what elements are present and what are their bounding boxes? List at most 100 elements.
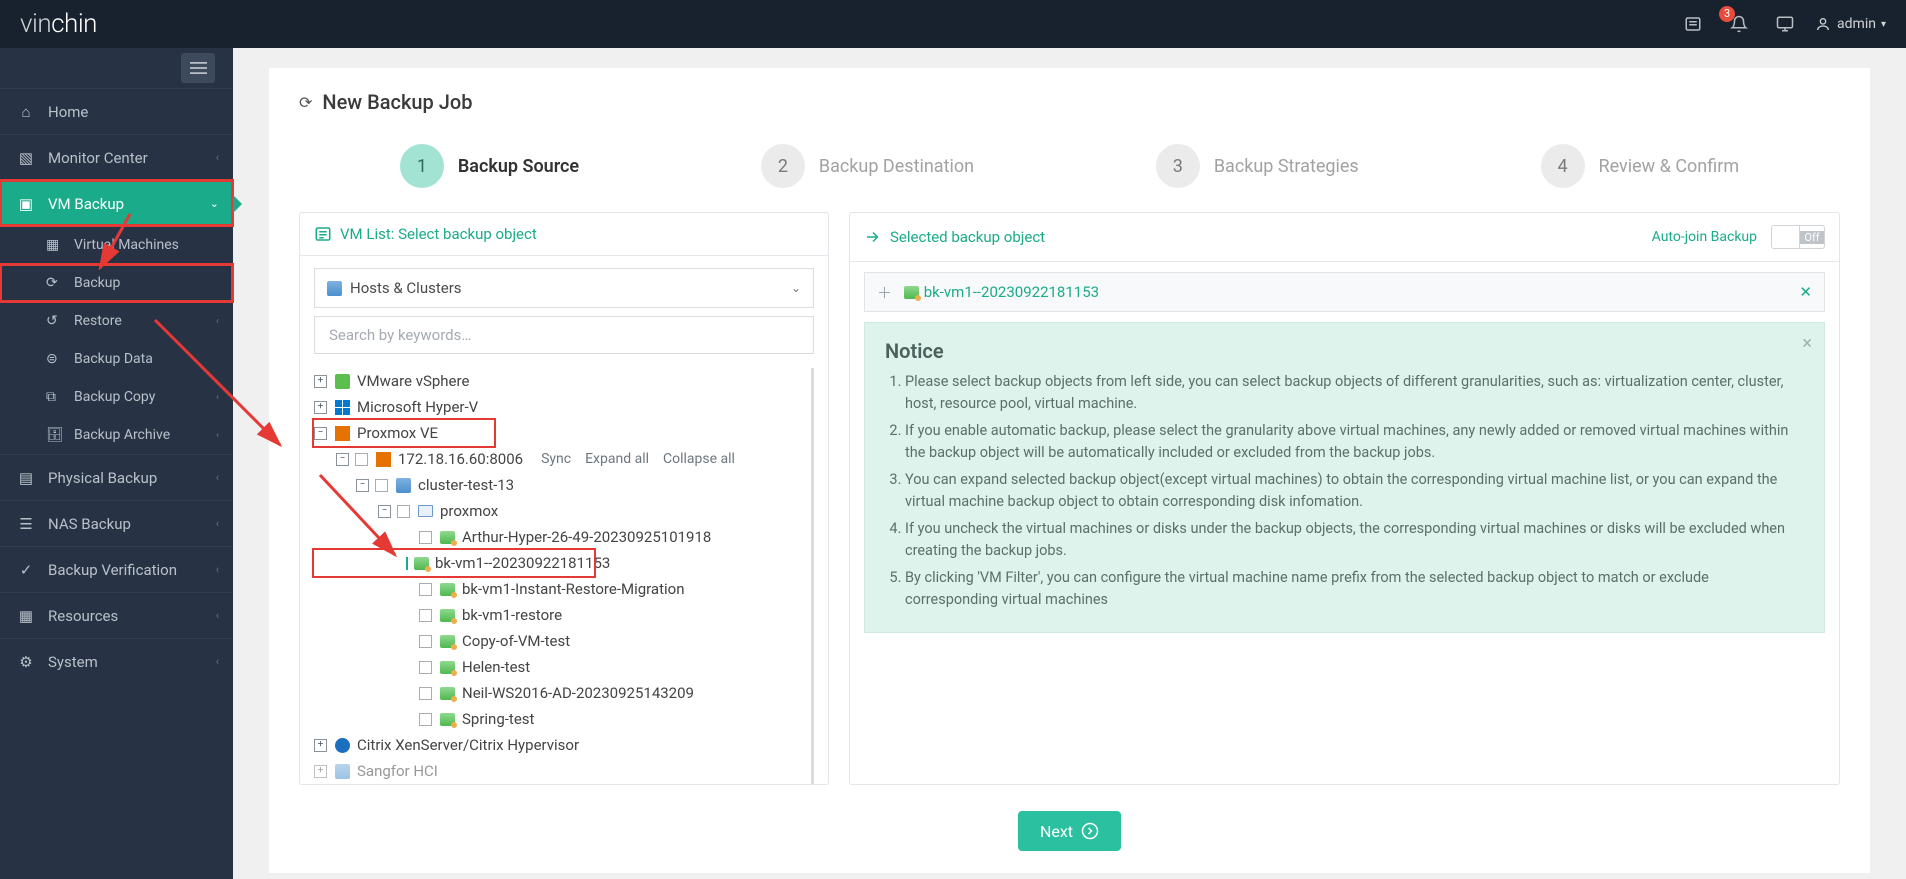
notice-item: If you enable automatic backup, please s…: [905, 420, 1804, 465]
tree-vm[interactable]: bk-vm1-restore: [314, 602, 805, 628]
sync-action[interactable]: Sync: [541, 451, 571, 467]
tree-vm-selected[interactable]: bk-vm1--20230922181153: [314, 550, 594, 576]
nav-label: Virtual Machines: [74, 237, 179, 253]
expand-icon[interactable]: ＋: [877, 282, 892, 303]
collapse-icon[interactable]: −: [378, 505, 391, 518]
nav-system[interactable]: ⚙System‹: [0, 638, 233, 684]
subnav-backup-copy[interactable]: ⧉Backup Copy‹: [0, 378, 233, 416]
collapse-all-action[interactable]: Collapse all: [663, 451, 735, 467]
notice-item: If you uncheck the virtual machines or d…: [905, 518, 1804, 563]
collapse-icon[interactable]: −: [356, 479, 369, 492]
nav-physical-backup[interactable]: ▤ Physical Backup ‹: [0, 454, 233, 500]
tree-node-xen[interactable]: +Citrix XenServer/Citrix Hypervisor: [314, 732, 805, 758]
nav-label: NAS Backup: [48, 515, 131, 533]
chevron-down-icon: ▾: [1881, 19, 1886, 30]
chevron-left-icon: ‹: [216, 609, 219, 622]
scope-selector[interactable]: Hosts & Clusters ⌄: [314, 268, 814, 308]
search-input[interactable]: [329, 326, 799, 344]
tree-node-sangfor[interactable]: +Sangfor HCI: [314, 758, 805, 784]
selected-vm-row[interactable]: ＋ bk-vm1--20230922181153 ✕: [864, 272, 1825, 312]
expand-icon[interactable]: +: [314, 739, 327, 752]
step-2[interactable]: 2Backup Destination: [761, 144, 974, 188]
autojoin-toggle[interactable]: Off: [1771, 225, 1825, 249]
checkbox[interactable]: [419, 635, 432, 648]
chevron-left-icon: ‹: [216, 430, 219, 441]
tree-vm[interactable]: Spring-test: [314, 706, 805, 732]
main-content: ⟳ New Backup Job 1Backup Source 2Backup …: [233, 48, 1906, 879]
step-3[interactable]: 3Backup Strategies: [1156, 144, 1359, 188]
refresh-icon: ⟳: [299, 93, 312, 112]
arrow-right-circle-icon: [1081, 822, 1099, 840]
nav-nas-backup[interactable]: ☰NAS Backup‹: [0, 500, 233, 546]
top-list-icon[interactable]: [1681, 12, 1705, 36]
sidebar-toggle[interactable]: [0, 48, 233, 88]
undo-icon: ↺: [46, 313, 64, 329]
search-box[interactable]: [314, 316, 814, 354]
nav-label: Backup Verification: [48, 561, 177, 579]
tree-node-vmware[interactable]: +VMware vSphere: [314, 368, 805, 394]
step-4[interactable]: 4Review & Confirm: [1541, 144, 1740, 188]
chevron-down-icon: ⌄: [791, 281, 801, 295]
checkbox[interactable]: [375, 479, 388, 492]
user-name: admin: [1837, 16, 1876, 32]
sidebar: ⌂Home ▧Monitor Center‹ ▣VM Backup⌄ ▦Virt…: [0, 48, 233, 879]
close-icon[interactable]: ×: [1802, 333, 1812, 354]
checkbox[interactable]: [397, 505, 410, 518]
checkbox[interactable]: [406, 557, 408, 570]
tree-vm[interactable]: bk-vm1-Instant-Restore-Migration: [314, 576, 805, 602]
tree-node-hyperv[interactable]: +Microsoft Hyper-V: [314, 394, 805, 420]
collapse-icon[interactable]: −: [314, 427, 327, 440]
checkbox[interactable]: [419, 531, 432, 544]
nav-monitor[interactable]: ▧Monitor Center‹: [0, 134, 233, 180]
expand-icon[interactable]: +: [314, 375, 327, 388]
vm-icon: ▣: [16, 195, 36, 213]
chevron-left-icon: ‹: [216, 517, 219, 530]
vm-icon: [902, 283, 920, 301]
page-title: New Backup Job: [322, 90, 472, 114]
subnav-restore[interactable]: ↺Restore‹: [0, 302, 233, 340]
remove-icon[interactable]: ✕: [1799, 283, 1812, 301]
expand-icon[interactable]: +: [314, 401, 327, 414]
tree-vm[interactable]: Neil-WS2016-AD-20230925143209: [314, 680, 805, 706]
checkbox[interactable]: [419, 713, 432, 726]
nav-vm-backup[interactable]: ▣VM Backup⌄: [0, 180, 233, 226]
next-label: Next: [1040, 822, 1073, 841]
nav-resources[interactable]: ▦Resources‹: [0, 592, 233, 638]
expand-all-action[interactable]: Expand all: [585, 451, 649, 467]
subnav-backup-data[interactable]: ⊜Backup Data: [0, 340, 233, 378]
tree-node-proxmox-node[interactable]: −proxmox: [314, 498, 805, 524]
checkbox[interactable]: [419, 583, 432, 596]
server-icon: ▤: [16, 469, 36, 487]
checkbox[interactable]: [419, 609, 432, 622]
subnav-virtual-machines[interactable]: ▦Virtual Machines: [0, 226, 233, 264]
expand-icon[interactable]: +: [314, 765, 327, 778]
next-button[interactable]: Next: [1018, 811, 1121, 851]
tree-vm[interactable]: Copy-of-VM-test: [314, 628, 805, 654]
notification-bell-icon[interactable]: 3: [1727, 12, 1751, 36]
monitor-icon[interactable]: [1773, 12, 1797, 36]
grid-icon: ▦: [16, 607, 36, 625]
chevron-left-icon: ‹: [216, 471, 219, 484]
subnav-backup[interactable]: ⟳Backup: [0, 264, 233, 302]
tree-node-cluster[interactable]: −cluster-test-13: [314, 472, 805, 498]
checkbox[interactable]: [419, 661, 432, 674]
tree-vm[interactable]: Helen-test: [314, 654, 805, 680]
nav-home[interactable]: ⌂Home: [0, 88, 233, 134]
scope-value: Hosts & Clusters: [350, 279, 462, 297]
verify-icon: ✓: [16, 561, 36, 579]
tree-node-proxmox[interactable]: −Proxmox VE: [314, 420, 494, 446]
checkbox[interactable]: [419, 687, 432, 700]
chevron-left-icon: ‹: [216, 316, 219, 327]
tree-vm[interactable]: Arthur-Hyper-26-49-20230925101918: [314, 524, 805, 550]
nav-label: Monitor Center: [48, 149, 148, 167]
checkbox[interactable]: [355, 453, 368, 466]
subnav-backup-archive[interactable]: 🗄Backup Archive‹: [0, 416, 233, 454]
nav-label: Physical Backup: [48, 469, 157, 487]
user-menu[interactable]: admin ▾: [1815, 16, 1886, 32]
tree-node-host[interactable]: −172.18.16.60:8006SyncExpand allCollapse…: [314, 446, 805, 472]
nav-label: Backup Archive: [74, 427, 170, 443]
nav-backup-verification[interactable]: ✓Backup Verification‹: [0, 546, 233, 592]
home-icon: ⌂: [16, 103, 36, 121]
collapse-icon[interactable]: −: [336, 453, 349, 466]
step-1[interactable]: 1Backup Source: [400, 144, 579, 188]
